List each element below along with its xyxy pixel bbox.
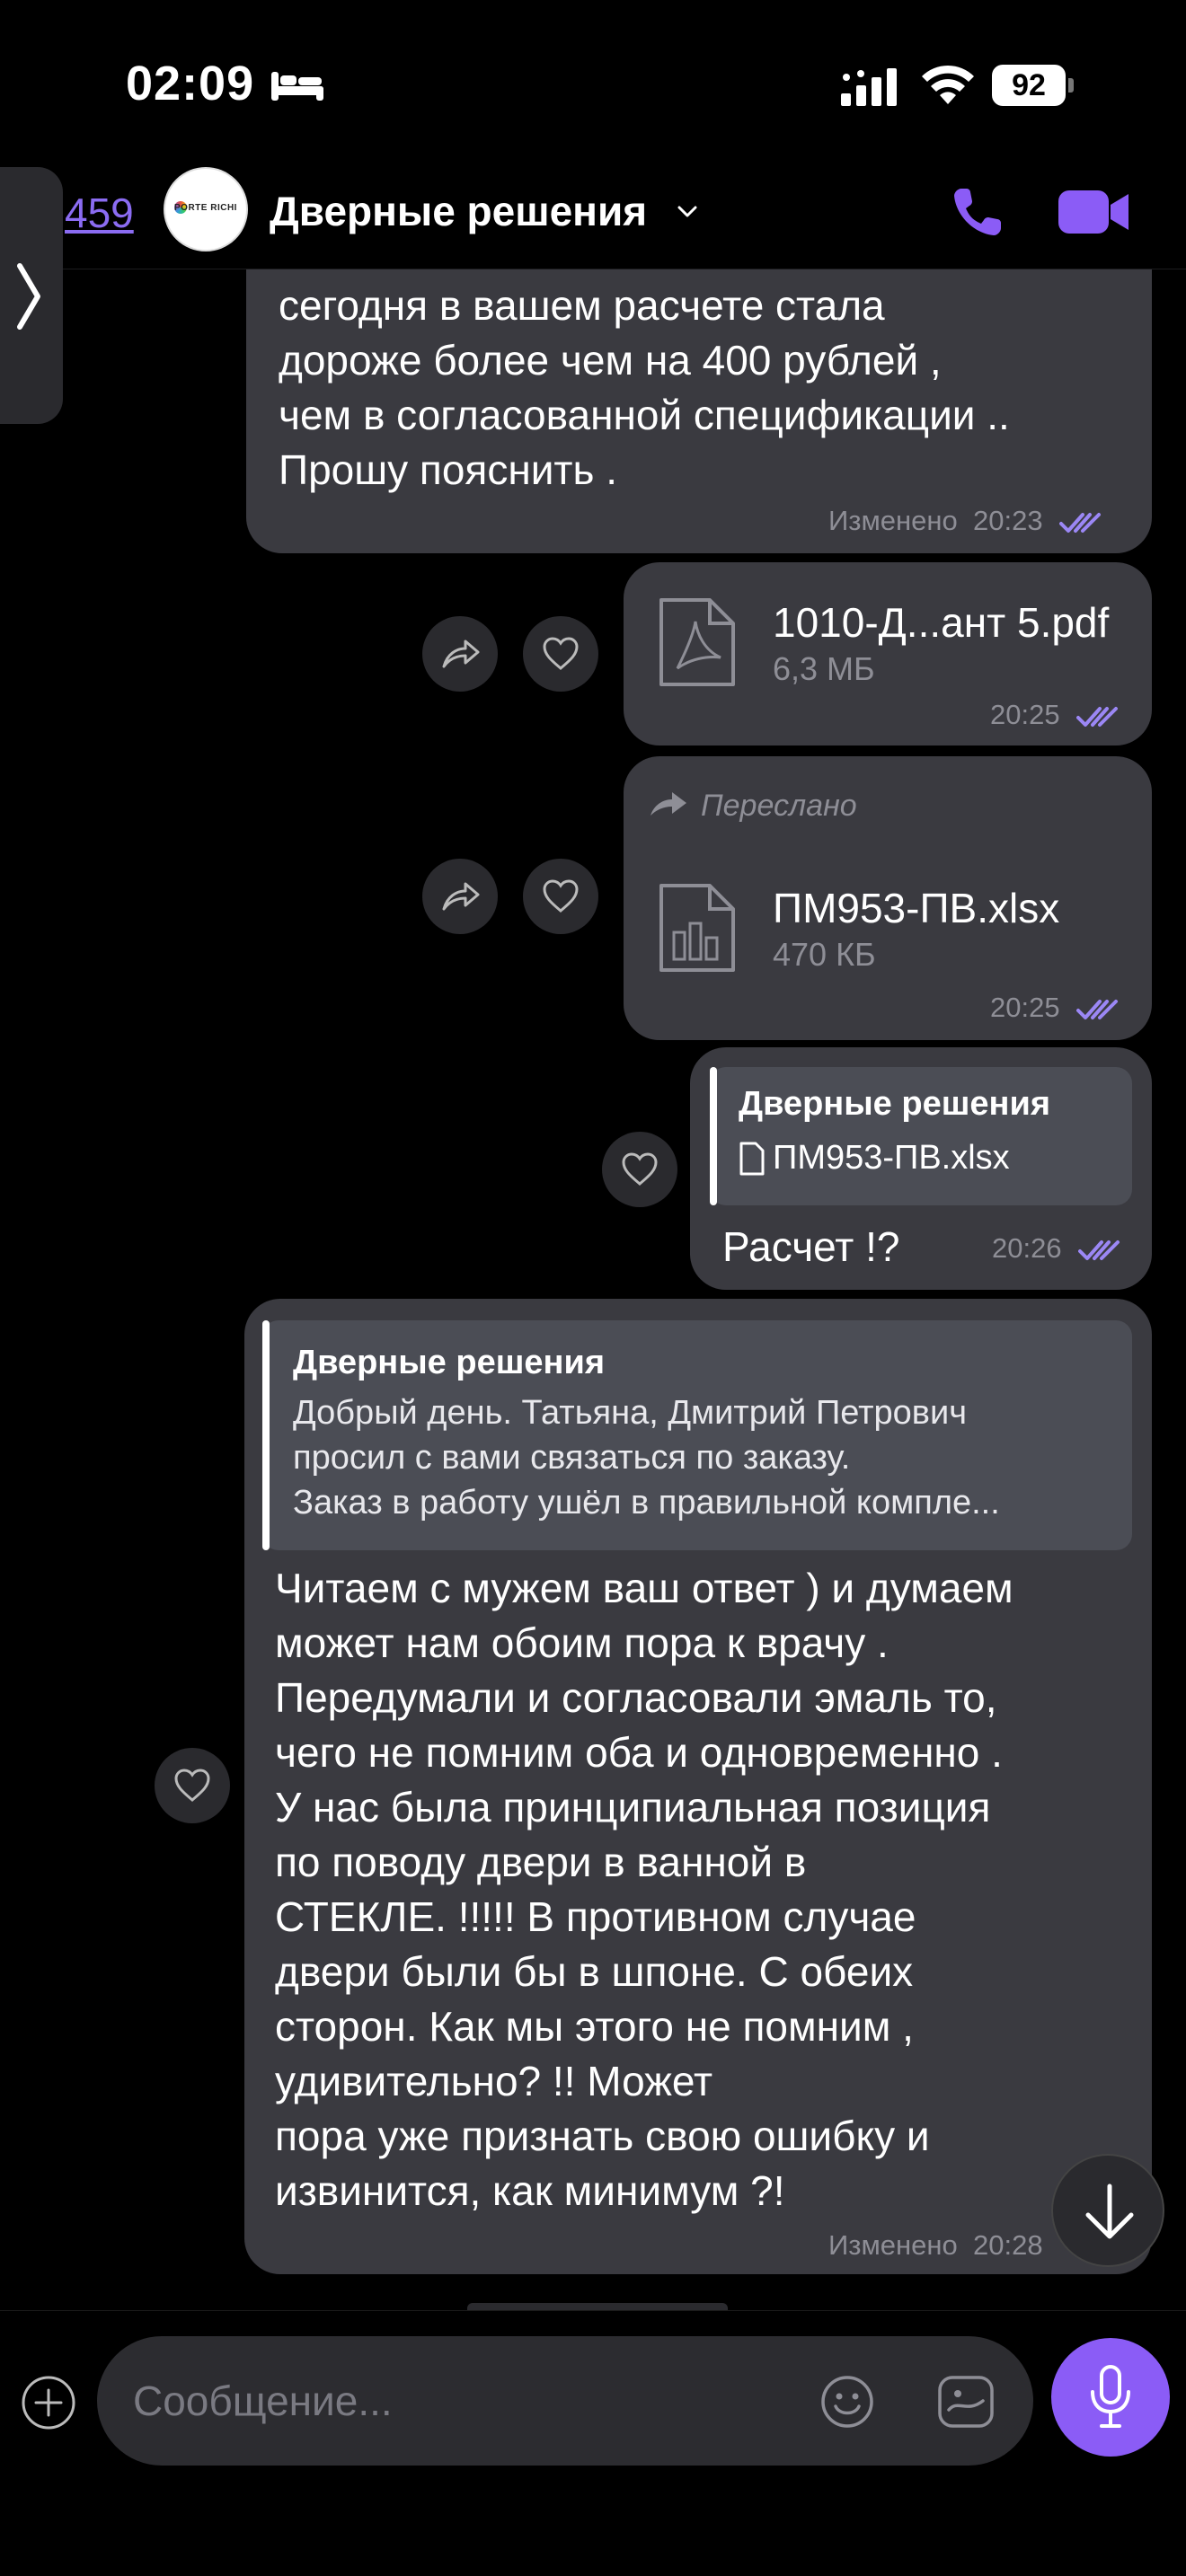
share-arrow-icon xyxy=(442,882,480,911)
message-composer xyxy=(0,2310,1186,2576)
quoted-author: Дверные решения xyxy=(293,1344,606,1381)
bed-icon xyxy=(271,72,323,101)
file-name: 1010-Д...ант 5.pdf xyxy=(773,599,1110,646)
heart-icon xyxy=(622,1152,658,1186)
status-time: 02:09 xyxy=(126,57,255,110)
chat-header: 459 PORTE RICHI Дверные решения xyxy=(0,162,1186,269)
share-arrow-icon xyxy=(442,640,480,668)
document-icon xyxy=(739,1142,765,1176)
heart-icon xyxy=(174,1769,210,1802)
reply-message-bubble[interactable]: Дверные решения ПМ953-ПВ.xlsx Расчет !? … xyxy=(690,1047,1152,1290)
signal-icon xyxy=(841,68,897,106)
message-time: 20:28 xyxy=(973,2229,1043,2261)
microphone-button[interactable] xyxy=(1051,2338,1170,2457)
message-meta: 20:26 xyxy=(992,1232,1125,1265)
file-size: 6,3 МБ xyxy=(773,650,875,687)
forward-button[interactable] xyxy=(422,616,498,692)
forwarded-file-message-bubble[interactable]: Переслано ПМ953-ПВ.xlsx 470 КБ 20:25 xyxy=(624,756,1152,1040)
wifi-icon xyxy=(922,65,974,104)
chevron-right-icon xyxy=(17,263,40,330)
quoted-message[interactable]: Дверные решения ПМ953-ПВ.xlsx xyxy=(710,1067,1132,1205)
forward-arrow-icon xyxy=(651,792,686,816)
quoted-file-name: ПМ953-ПВ.xlsx xyxy=(773,1139,1010,1177)
quoted-message[interactable]: Дверные решения Добрый день. Татьяна, Дм… xyxy=(262,1320,1132,1550)
battery-icon: 92 xyxy=(992,65,1074,106)
reply-message-bubble[interactable]: Дверные решения Добрый день. Татьяна, Дм… xyxy=(244,1299,1152,2274)
emoji-icon[interactable] xyxy=(819,2374,875,2430)
quoted-text: Добрый день. Татьяна, Дмитрий Петрович п… xyxy=(293,1394,1000,1522)
phone-icon[interactable] xyxy=(949,183,1006,241)
message-meta: 20:25 xyxy=(990,699,1123,731)
edited-label: Изменено xyxy=(828,2229,958,2261)
chevron-down-icon[interactable] xyxy=(676,199,699,223)
quoted-author: Дверные решения xyxy=(739,1085,1051,1123)
message-text: Расчет !? xyxy=(722,1223,900,1270)
read-ticks-icon xyxy=(1059,512,1102,533)
side-panel-handle[interactable] xyxy=(0,167,63,424)
heart-icon xyxy=(543,879,579,913)
like-button[interactable] xyxy=(155,1748,230,1823)
scroll-to-bottom-button[interactable] xyxy=(1051,2154,1164,2267)
forwarded-label: Переслано xyxy=(701,789,857,823)
edited-label: Изменено xyxy=(828,505,958,536)
spreadsheet-file-icon xyxy=(659,884,735,972)
message-text: Читаем с мужем ваш ответ ) и думаем може… xyxy=(275,1565,1013,2214)
avatar-logo-text: PORTE RICHI xyxy=(174,203,237,213)
file-message-bubble[interactable]: 1010-Д...ант 5.pdf 6,3 МБ 20:25 xyxy=(624,562,1152,745)
back-button-unread-count[interactable]: 459 xyxy=(65,189,134,237)
message-text: сегодня в вашем расчете стала дороже бол… xyxy=(279,282,1010,493)
file-name: ПМ953-ПВ.xlsx xyxy=(773,885,1060,931)
microphone-icon xyxy=(1091,2365,1130,2428)
message-input[interactable] xyxy=(133,2376,816,2426)
message-meta: 20:25 xyxy=(990,992,1123,1024)
forward-button[interactable] xyxy=(422,859,498,934)
video-camera-icon[interactable] xyxy=(1057,185,1132,239)
arrow-down-icon xyxy=(1085,2183,1134,2239)
pdf-file-icon xyxy=(659,598,735,686)
message-bubble[interactable]: сегодня в вашем расчете стала дороже бол… xyxy=(246,269,1152,553)
message-time: 20:25 xyxy=(990,992,1060,1023)
message-time: 20:23 xyxy=(973,505,1043,536)
battery-level: 92 xyxy=(992,65,1066,106)
status-bar: 02:09 92 xyxy=(0,0,1186,162)
heart-icon xyxy=(543,637,579,670)
sticker-icon[interactable] xyxy=(936,2374,996,2430)
like-button[interactable] xyxy=(523,859,598,934)
plus-icon[interactable] xyxy=(20,2374,77,2431)
like-button[interactable] xyxy=(602,1132,677,1207)
chat-title[interactable]: Дверные решения xyxy=(270,187,647,235)
file-size: 470 КБ xyxy=(773,936,876,973)
message-meta: Изменено 20:28 xyxy=(828,2229,1043,2262)
like-button[interactable] xyxy=(523,616,598,692)
read-ticks-icon xyxy=(1076,999,1119,1019)
message-meta: Изменено 20:23 xyxy=(828,505,1106,537)
message-time: 20:26 xyxy=(992,1232,1062,1264)
read-ticks-icon xyxy=(1078,1239,1120,1260)
message-time: 20:25 xyxy=(990,699,1060,730)
chat-avatar[interactable]: PORTE RICHI xyxy=(164,167,248,251)
read-ticks-icon xyxy=(1076,706,1119,727)
message-input-container[interactable] xyxy=(97,2336,1033,2466)
